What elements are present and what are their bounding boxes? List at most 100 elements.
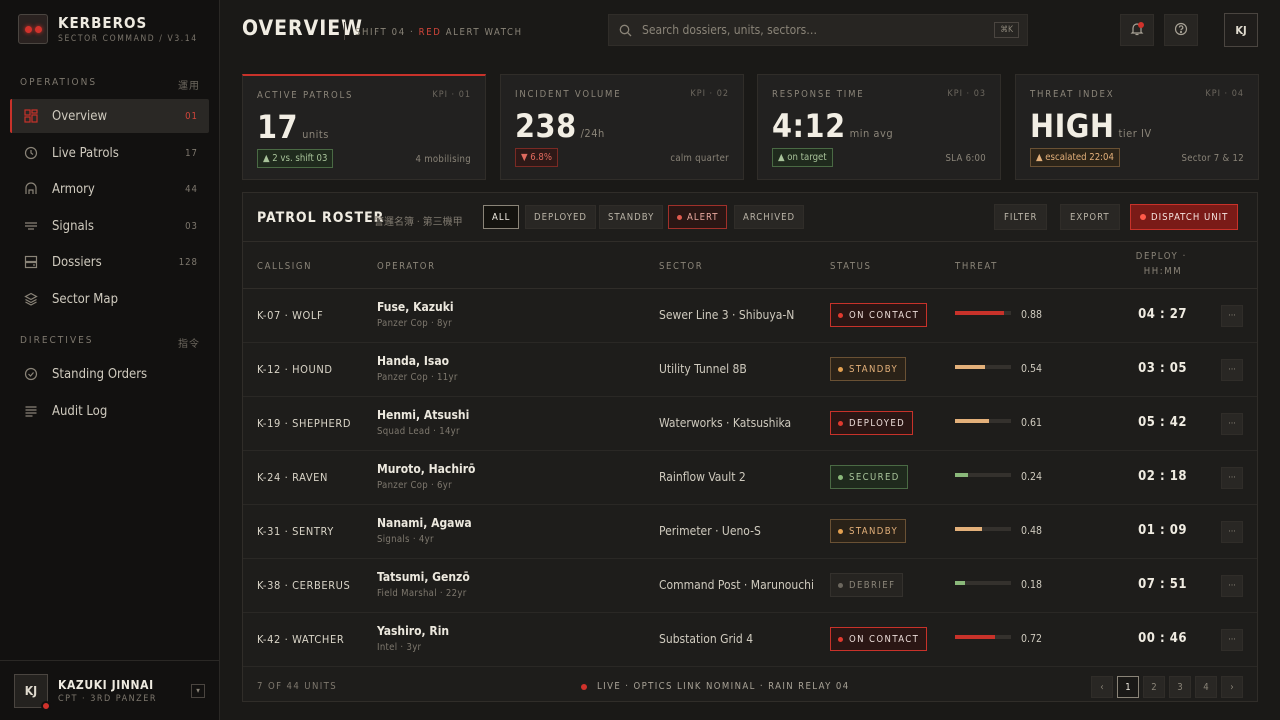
operator-name: Fuse, Kazuki [377, 300, 454, 314]
threat-bar-fill [955, 365, 986, 369]
filter-archived[interactable]: ARCHIVED [734, 205, 805, 229]
filter-deployed[interactable]: DEPLOYED [525, 205, 596, 229]
table-row[interactable]: K-42 · WATCHER Yashiro, Rin Intel · 3yr Sub… [243, 613, 1257, 667]
kpi-card-threat-index: THREAT INDEX KPI · 04 HIGH tier IV ▲ esca… [1015, 74, 1259, 180]
sidebar-item-overview[interactable]: Overview 01 [10, 99, 209, 133]
notifications-button[interactable] [1120, 14, 1154, 46]
sector: Sewer Line 3 · Shibuya-N [659, 308, 795, 322]
chevron-down-icon[interactable]: ▾ [191, 683, 205, 698]
more-options-button[interactable]: ··· [1221, 413, 1243, 435]
deploy-time: 05 : 42 [1138, 415, 1187, 430]
header-avatar[interactable]: KJ [1224, 13, 1258, 47]
column-operator[interactable]: OPERATOR [377, 261, 436, 272]
search-bar[interactable]: ⌘K [608, 14, 1028, 46]
filter-standby[interactable]: STANDBY [599, 205, 664, 229]
help-button[interactable] [1164, 14, 1198, 46]
more-options-button[interactable]: ··· [1221, 575, 1243, 597]
callsign: K-38 · CERBERUS [257, 579, 351, 592]
sidebar-item-label: Signals [52, 218, 95, 234]
dispatch-dot-icon [1140, 214, 1146, 220]
sidebar-item-sector-map[interactable]: Sector Map [10, 282, 209, 316]
kpi-label: ACTIVE PATROLS [257, 90, 354, 101]
table-row[interactable]: K-07 · WOLF Fuse, Kazuki Panzer Cop · 8yr S… [243, 289, 1257, 343]
avatar-initials: KJ [24, 683, 38, 698]
sidebar-item-dossiers[interactable]: Dossiers 128 [10, 245, 209, 279]
filter-alert[interactable]: ALERT [668, 205, 728, 229]
more-options-button[interactable]: ··· [1221, 467, 1243, 489]
more-options-button[interactable]: ··· [1221, 359, 1243, 381]
sidebar-item-label: Live Patrols [52, 145, 119, 161]
sidebar-item-audit-log[interactable]: Audit Log [10, 394, 209, 428]
deploy-time: 02 : 18 [1138, 469, 1187, 484]
kpi-card-incident-volume: INCIDENT VOLUME KPI · 02 238/24h ▼ 6.8% … [500, 74, 744, 180]
sidebar-item-label: Sector Map [52, 291, 118, 307]
page-2-button[interactable]: 2 [1143, 676, 1165, 698]
callsign: K-24 · RAVEN [257, 471, 329, 484]
table-row[interactable]: K-19 · SHEPHERD Henmi, Atsushi Squad Lead … [243, 397, 1257, 451]
kpi-unit: units [302, 128, 329, 141]
sidebar-item-signals[interactable]: Signals 03 [10, 209, 209, 243]
export-button[interactable]: EXPORT [1060, 204, 1120, 230]
column-status[interactable]: STATUS [830, 261, 872, 272]
ellipsis-icon: ··· [1228, 311, 1236, 321]
sidebar-item-standing-orders[interactable]: Standing Orders [10, 357, 209, 391]
column-callsign[interactable]: CALLSIGN [257, 261, 312, 272]
search-input[interactable] [642, 23, 995, 37]
prev-page-button[interactable]: ‹ [1091, 676, 1113, 698]
shift-status: SHIFT 04 · RED ALERT WATCH [344, 22, 523, 40]
column-deploy-line1: DEPLOY · [1135, 251, 1187, 262]
page-1-button[interactable]: 1 [1117, 676, 1139, 698]
table-row[interactable]: K-31 · SENTRY Nanami, Agawa Signals · 4yr P… [243, 505, 1257, 559]
table-row[interactable]: K-12 · HOUND Handa, Isao Panzer Cop · 11yr… [243, 343, 1257, 397]
operator-name: Handa, Isao [377, 354, 450, 368]
dispatch-unit-button[interactable]: DISPATCH UNIT [1130, 204, 1239, 230]
armory-icon [24, 182, 38, 196]
more-options-button[interactable]: ··· [1221, 629, 1243, 651]
deploy-time: 03 : 05 [1138, 361, 1187, 376]
layers-icon [24, 292, 38, 306]
threat-bar [955, 581, 1011, 585]
sidebar-item-armory[interactable]: Armory 44 [10, 172, 209, 206]
threat-bar-fill [955, 527, 982, 531]
kpi-trend-badge: ▲ escalated 22:04 [1030, 148, 1120, 167]
kpi-id: KPI · 03 [947, 89, 986, 99]
next-page-button[interactable]: › [1221, 676, 1243, 698]
table-header: CALLSIGN OPERATOR SECTOR STATUS THREAT D… [243, 241, 1257, 289]
kerberos-logo-icon [18, 14, 48, 44]
kpi-card-response-time: RESPONSE TIME KPI · 03 4:12 min avg ▲ on … [757, 74, 1001, 180]
user-card[interactable]: KJ KAZUKI JINNAI CPT · 3RD PANZER ▾ [0, 660, 219, 720]
sector: Perimeter · Ueno-S [659, 524, 761, 538]
table-row[interactable]: K-24 · RAVEN Muroto, Hachirō Panzer Cop · … [243, 451, 1257, 505]
filter-button[interactable]: FILTER [994, 204, 1048, 230]
page-4-button[interactable]: 4 [1195, 676, 1217, 698]
nav-section-operations: OPERATIONS 運用 [20, 77, 200, 92]
clock-icon [24, 146, 38, 160]
brand-subtitle: SECTOR COMMAND / V3.14 [58, 34, 198, 44]
filter-alert-label: ALERT [687, 211, 719, 223]
brand[interactable]: KERBEROS SECTOR COMMAND / V3.14 [18, 14, 198, 44]
callsign: K-12 · HOUND [257, 363, 333, 376]
sidebar-item-live-patrols[interactable]: Live Patrols 17 [10, 136, 209, 170]
kpi-id: KPI · 04 [1205, 89, 1244, 99]
patrol-roster-panel: PATROL ROSTER 警邏名簿 · 第三機甲 ALL DEPLOYED S… [242, 192, 1258, 702]
filter-all[interactable]: ALL [483, 205, 520, 229]
status-badge: SECURED [830, 465, 908, 489]
live-dot-icon [581, 683, 587, 690]
callsign: K-19 · SHEPHERD [257, 417, 352, 430]
ellipsis-icon: ··· [1228, 527, 1236, 537]
status-badge: STANDBY [830, 357, 907, 381]
more-options-button[interactable]: ··· [1221, 521, 1243, 543]
column-deploy[interactable]: DEPLOY · HH:MM [1123, 251, 1187, 277]
kpi-value-number: 238 [515, 107, 577, 145]
column-sector[interactable]: SECTOR [659, 261, 703, 272]
deploy-time: 04 : 27 [1138, 307, 1187, 322]
sidebar-item-label: Armory [52, 181, 95, 197]
more-options-button[interactable]: ··· [1221, 305, 1243, 327]
column-threat[interactable]: THREAT [955, 261, 998, 272]
table-row[interactable]: K-38 · CERBERUS Tatsumi, Genzō Field Marsh… [243, 559, 1257, 613]
operator-name: Yashiro, Rin [377, 624, 450, 638]
threat-value: 0.72 [1021, 633, 1043, 645]
page-3-button[interactable]: 3 [1169, 676, 1191, 698]
operator-name: Henmi, Atsushi [377, 408, 470, 422]
directives-jp: 指令 [178, 339, 200, 350]
